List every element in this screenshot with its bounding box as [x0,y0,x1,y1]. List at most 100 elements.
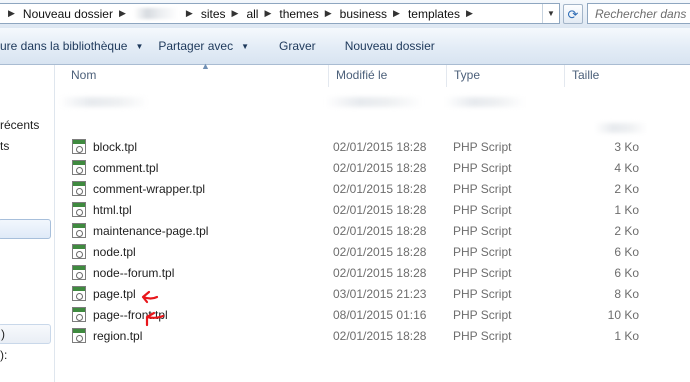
command-bar: ure dans la bibliothèque ▼ Partager avec… [0,28,690,65]
file-modified: 02/01/2015 18:28 [333,203,427,217]
file-type: PHP Script [453,224,512,238]
file-type: PHP Script [453,161,512,175]
file-row[interactable]: block.tpl 02/01/2015 18:28 PHP Script 3 Ko [55,136,690,157]
file-name: node--forum.tpl [93,266,175,280]
file-type: PHP Script [453,140,512,154]
breadcrumb-separator-icon[interactable]: ▶ [232,8,239,19]
file-row[interactable]: maintenance-page.tpl 02/01/2015 18:28 PHP … [55,220,690,241]
file-modified: 08/01/2015 01:16 [333,308,427,322]
file-name: html.tpl [93,203,132,217]
search-box[interactable] [587,3,690,24]
php-file-icon [72,202,86,217]
file-modified: 03/01/2015 21:23 [333,287,427,301]
file-type: PHP Script [453,329,512,343]
refresh-icon: ⟳ [567,6,579,22]
file-row[interactable]: comment.tpl 02/01/2015 18:28 PHP Script 4 K… [55,157,690,178]
file-modified: 02/01/2015 18:28 [333,161,427,175]
php-file-icon [72,286,86,301]
file-size: 3 Ko [614,140,639,154]
file-modified: 02/01/2015 18:28 [333,329,427,343]
column-header-modified[interactable]: Modifié le [329,65,447,87]
breadcrumb-separator-icon[interactable]: ▶ [325,8,332,19]
file-list: ▲ Nom Modifié le Type Taille block.tpl 02… [55,61,690,382]
file-row[interactable]: comment-wrapper.tpl 02/01/2015 18:28 PHP S… [55,178,690,199]
breadcrumb-item-redacted[interactable]: ▶ [133,8,201,19]
file-modified: 02/01/2015 18:28 [333,245,427,259]
breadcrumb-item[interactable]: business ▶ [340,7,408,21]
file-row[interactable]: region.tpl 02/01/2015 18:28 PHP Script 1 Ko [55,325,690,346]
address-bar-row: ▶ Nouveau dossier ▶ ▶ sites ▶ all ▶ themes ▶… [0,0,690,29]
navigation-pane: récents ts ) ): [0,65,55,382]
php-file-icon [72,181,86,196]
file-modified: 02/01/2015 18:28 [333,224,427,238]
file-modified: 02/01/2015 18:28 [333,266,427,280]
breadcrumb-separator-icon[interactable]: ▶ [186,8,193,19]
redacted-row-blur [445,97,525,107]
column-header-name[interactable]: ▲ Nom [64,61,329,87]
share-with-button[interactable]: Partager avec ▼ [158,34,249,58]
breadcrumb-item-current[interactable]: templates ▶ [408,7,481,21]
php-file-icon [72,244,86,259]
file-size: 2 Ko [614,224,639,238]
breadcrumb-overflow-arrow[interactable]: ▶ [8,8,15,19]
breadcrumb-item[interactable]: themes ▶ [279,7,339,21]
file-type: PHP Script [453,182,512,196]
php-file-icon [72,307,86,322]
column-header-type[interactable]: Type [447,65,565,87]
nav-item-recent[interactable]: récents [0,118,39,132]
php-file-icon [72,265,86,280]
php-file-icon [72,139,86,154]
chevron-down-icon: ▼ [135,41,144,51]
file-size: 6 Ko [614,245,639,259]
nav-item-drive-label[interactable]: ): [0,348,7,362]
file-row[interactable]: node--forum.tpl 02/01/2015 18:28 PHP Scrip… [55,262,690,283]
nav-item-selected[interactable] [0,219,51,239]
breadcrumb-item[interactable]: Nouveau dossier ▶ [23,7,134,21]
file-name: comment.tpl [93,161,159,175]
file-row[interactable]: node.tpl 02/01/2015 18:28 PHP Script 6 Ko [55,241,690,262]
breadcrumb-item[interactable]: sites ▶ [201,7,247,21]
nav-item-partial[interactable]: ts [0,139,9,153]
file-row[interactable]: page--front.tpl 08/01/2015 01:16 PHP Scrip… [55,304,690,325]
burn-button[interactable]: Graver [279,34,316,58]
file-row[interactable]: html.tpl 02/01/2015 18:28 PHP Script 1 Ko [55,199,690,220]
breadcrumb-item[interactable]: all ▶ [246,7,279,21]
redacted-row-blur [595,123,647,133]
breadcrumb-separator-icon[interactable]: ▶ [119,8,126,19]
redacted-row-blur [59,97,149,107]
file-name: comment-wrapper.tpl [93,182,206,196]
file-type: PHP Script [453,308,512,322]
new-folder-button[interactable]: Nouveau dossier [345,34,435,58]
file-size: 6 Ko [614,266,639,280]
file-size: 1 Ko [614,329,639,343]
file-size: 4 Ko [614,161,639,175]
file-type: PHP Script [453,287,512,301]
php-file-icon [72,160,86,175]
sort-ascending-icon: ▲ [201,61,210,71]
file-name: region.tpl [93,329,143,343]
file-size: 1 Ko [614,203,639,217]
nav-item-drive[interactable]: ) [0,324,51,344]
breadcrumb-separator-icon[interactable]: ▶ [393,8,400,19]
file-type: PHP Script [453,266,512,280]
breadcrumb-separator-icon[interactable]: ▶ [466,8,473,19]
search-input[interactable] [595,6,690,21]
redacted-row-blur [325,97,423,107]
breadcrumb-separator-icon[interactable]: ▶ [264,8,271,19]
file-row[interactable]: page.tpl 03/01/2015 21:23 PHP Script 8 Ko [55,283,690,304]
file-name: page--front.tpl [93,308,168,322]
address-bar[interactable]: ▶ Nouveau dossier ▶ ▶ sites ▶ all ▶ themes ▶… [0,3,560,24]
file-name: block.tpl [93,140,138,154]
file-name: maintenance-page.tpl [93,224,209,238]
address-history-dropdown-icon[interactable]: ▼ [542,4,559,23]
file-name: page.tpl [93,287,136,301]
file-name: node.tpl [93,245,136,259]
refresh-button[interactable]: ⟳ [563,4,583,24]
file-size: 10 Ko [607,308,639,322]
include-in-library-button[interactable]: ure dans la bibliothèque ▼ [0,34,143,58]
file-size: 8 Ko [614,287,639,301]
php-file-icon [72,223,86,238]
php-file-icon [72,328,86,343]
nav-item-label: ) [1,327,5,341]
column-header-size[interactable]: Taille [565,65,643,87]
